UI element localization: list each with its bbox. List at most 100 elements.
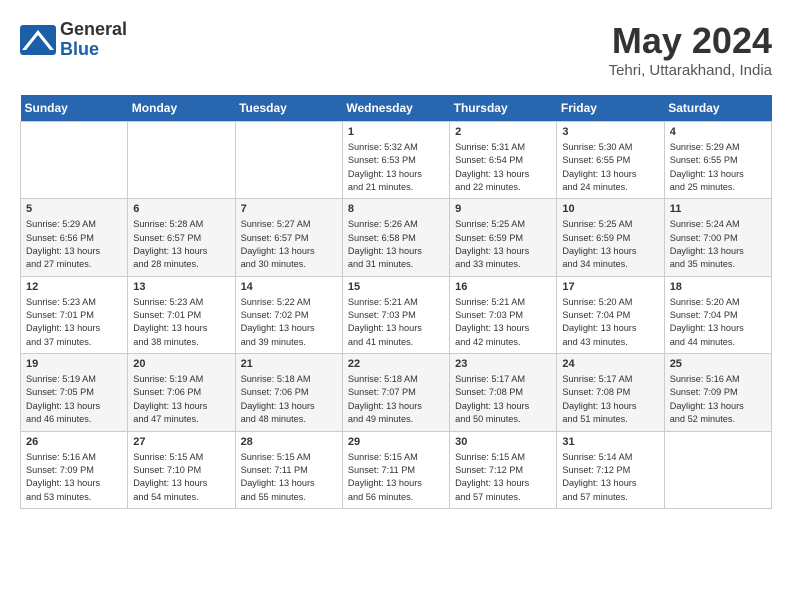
day-number: 30 [455,436,551,448]
day-info: Sunrise: 5:29 AMSunset: 6:55 PMDaylight:… [670,141,766,194]
day-number: 12 [26,281,122,293]
location: Tehri, Uttarakhand, India [609,62,772,79]
day-number: 22 [348,358,444,370]
calendar-cell: 1 Sunrise: 5:32 AMSunset: 6:53 PMDaylight… [342,122,449,199]
day-info: Sunrise: 5:20 AMSunset: 7:04 PMDaylight:… [670,296,766,349]
calendar-cell [235,122,342,199]
logo-text: General Blue [60,20,127,60]
day-info: Sunrise: 5:30 AMSunset: 6:55 PMDaylight:… [562,141,658,194]
calendar-cell: 7 Sunrise: 5:27 AMSunset: 6:57 PMDaylight… [235,199,342,276]
day-number: 28 [241,436,337,448]
day-info: Sunrise: 5:19 AMSunset: 7:05 PMDaylight:… [26,373,122,426]
day-number: 3 [562,126,658,138]
calendar-week-row: 19 Sunrise: 5:19 AMSunset: 7:05 PMDayligh… [21,354,772,431]
day-info: Sunrise: 5:18 AMSunset: 7:06 PMDaylight:… [241,373,337,426]
calendar-cell: 22 Sunrise: 5:18 AMSunset: 7:07 PMDayligh… [342,354,449,431]
calendar-cell: 11Sunrise: 5:24 AMSunset: 7:00 PMDayligh… [664,199,771,276]
day-number: 18 [670,281,766,293]
day-info: Sunrise: 5:16 AMSunset: 7:09 PMDaylight:… [26,451,122,504]
calendar-cell: 19 Sunrise: 5:19 AMSunset: 7:05 PMDayligh… [21,354,128,431]
calendar-cell: 17Sunrise: 5:20 AMSunset: 7:04 PMDayligh… [557,276,664,353]
calendar-cell [128,122,235,199]
day-number: 26 [26,436,122,448]
day-info: Sunrise: 5:25 AMSunset: 6:59 PMDaylight:… [562,218,658,271]
weekday-header-friday: Friday [557,95,664,122]
day-info: Sunrise: 5:18 AMSunset: 7:07 PMDaylight:… [348,373,444,426]
calendar-cell: 20 Sunrise: 5:19 AMSunset: 7:06 PMDayligh… [128,354,235,431]
calendar-cell: 13Sunrise: 5:23 AMSunset: 7:01 PMDayligh… [128,276,235,353]
calendar-cell: 29Sunrise: 5:15 AMSunset: 7:11 PMDayligh… [342,431,449,508]
calendar-cell: 25Sunrise: 5:16 AMSunset: 7:09 PMDayligh… [664,354,771,431]
calendar-cell: 10 Sunrise: 5:25 AMSunset: 6:59 PMDayligh… [557,199,664,276]
weekday-header-tuesday: Tuesday [235,95,342,122]
day-number: 27 [133,436,229,448]
day-number: 29 [348,436,444,448]
weekday-header-sunday: Sunday [21,95,128,122]
day-number: 21 [241,358,337,370]
calendar-cell [664,431,771,508]
calendar-table: SundayMondayTuesdayWednesdayThursdayFrid… [20,95,772,509]
day-info: Sunrise: 5:31 AMSunset: 6:54 PMDaylight:… [455,141,551,194]
day-number: 6 [133,203,229,215]
calendar-cell [21,122,128,199]
day-info: Sunrise: 5:22 AMSunset: 7:02 PMDaylight:… [241,296,337,349]
weekday-header-wednesday: Wednesday [342,95,449,122]
calendar-cell: 21 Sunrise: 5:18 AMSunset: 7:06 PMDayligh… [235,354,342,431]
weekday-header-thursday: Thursday [450,95,557,122]
day-number: 4 [670,126,766,138]
day-info: Sunrise: 5:29 AMSunset: 6:56 PMDaylight:… [26,218,122,271]
calendar-cell: 23Sunrise: 5:17 AMSunset: 7:08 PMDayligh… [450,354,557,431]
day-number: 19 [26,358,122,370]
calendar-week-row: 1 Sunrise: 5:32 AMSunset: 6:53 PMDaylight… [21,122,772,199]
day-number: 16 [455,281,551,293]
day-number: 8 [348,203,444,215]
calendar-cell: 27 Sunrise: 5:15 AMSunset: 7:10 PMDayligh… [128,431,235,508]
day-info: Sunrise: 5:27 AMSunset: 6:57 PMDaylight:… [241,218,337,271]
calendar-week-row: 5 Sunrise: 5:29 AMSunset: 6:56 PMDaylight… [21,199,772,276]
calendar-cell: 2Sunrise: 5:31 AMSunset: 6:54 PMDaylight… [450,122,557,199]
calendar-cell: 24 Sunrise: 5:17 AMSunset: 7:08 PMDayligh… [557,354,664,431]
day-number: 9 [455,203,551,215]
day-info: Sunrise: 5:15 AMSunset: 7:11 PMDaylight:… [241,451,337,504]
day-info: Sunrise: 5:32 AMSunset: 6:53 PMDaylight:… [348,141,444,194]
calendar-cell: 4 Sunrise: 5:29 AMSunset: 6:55 PMDaylight… [664,122,771,199]
day-number: 23 [455,358,551,370]
day-number: 1 [348,126,444,138]
day-info: Sunrise: 5:21 AMSunset: 7:03 PMDaylight:… [348,296,444,349]
day-info: Sunrise: 5:19 AMSunset: 7:06 PMDaylight:… [133,373,229,426]
logo-line1: General [60,20,127,40]
calendar-cell: 28 Sunrise: 5:15 AMSunset: 7:11 PMDayligh… [235,431,342,508]
day-number: 14 [241,281,337,293]
weekday-header-row: SundayMondayTuesdayWednesdayThursdayFrid… [21,95,772,122]
month-title: May 2024 [609,20,772,62]
day-info: Sunrise: 5:21 AMSunset: 7:03 PMDaylight:… [455,296,551,349]
calendar-cell: 26 Sunrise: 5:16 AMSunset: 7:09 PMDayligh… [21,431,128,508]
day-info: Sunrise: 5:24 AMSunset: 7:00 PMDaylight:… [670,218,766,271]
calendar-cell: 31Sunrise: 5:14 AMSunset: 7:12 PMDayligh… [557,431,664,508]
day-info: Sunrise: 5:16 AMSunset: 7:09 PMDaylight:… [670,373,766,426]
day-number: 10 [562,203,658,215]
calendar-cell: 3 Sunrise: 5:30 AMSunset: 6:55 PMDaylight… [557,122,664,199]
day-info: Sunrise: 5:28 AMSunset: 6:57 PMDaylight:… [133,218,229,271]
weekday-header-monday: Monday [128,95,235,122]
day-info: Sunrise: 5:17 AMSunset: 7:08 PMDaylight:… [562,373,658,426]
day-number: 24 [562,358,658,370]
weekday-header-saturday: Saturday [664,95,771,122]
calendar-cell: 5 Sunrise: 5:29 AMSunset: 6:56 PMDaylight… [21,199,128,276]
calendar-cell: 12Sunrise: 5:23 AMSunset: 7:01 PMDayligh… [21,276,128,353]
day-number: 5 [26,203,122,215]
day-info: Sunrise: 5:14 AMSunset: 7:12 PMDaylight:… [562,451,658,504]
page-header: General Blue May 2024 Tehri, Uttarakhand… [20,20,772,79]
day-info: Sunrise: 5:23 AMSunset: 7:01 PMDaylight:… [133,296,229,349]
day-number: 20 [133,358,229,370]
day-number: 15 [348,281,444,293]
logo-line2: Blue [60,40,127,60]
calendar-cell: 16 Sunrise: 5:21 AMSunset: 7:03 PMDayligh… [450,276,557,353]
calendar-week-row: 12 Sunrise: 5:23 AMSunset: 7:01 PMDayligh… [21,276,772,353]
day-info: Sunrise: 5:15 AMSunset: 7:12 PMDaylight:… [455,451,551,504]
calendar-cell: 18 Sunrise: 5:20 AMSunset: 7:04 PMDayligh… [664,276,771,353]
day-info: Sunrise: 5:15 AMSunset: 7:10 PMDaylight:… [133,451,229,504]
logo-icon [20,25,56,55]
calendar-cell: 14 Sunrise: 5:22 AMSunset: 7:02 PMDayligh… [235,276,342,353]
day-number: 7 [241,203,337,215]
